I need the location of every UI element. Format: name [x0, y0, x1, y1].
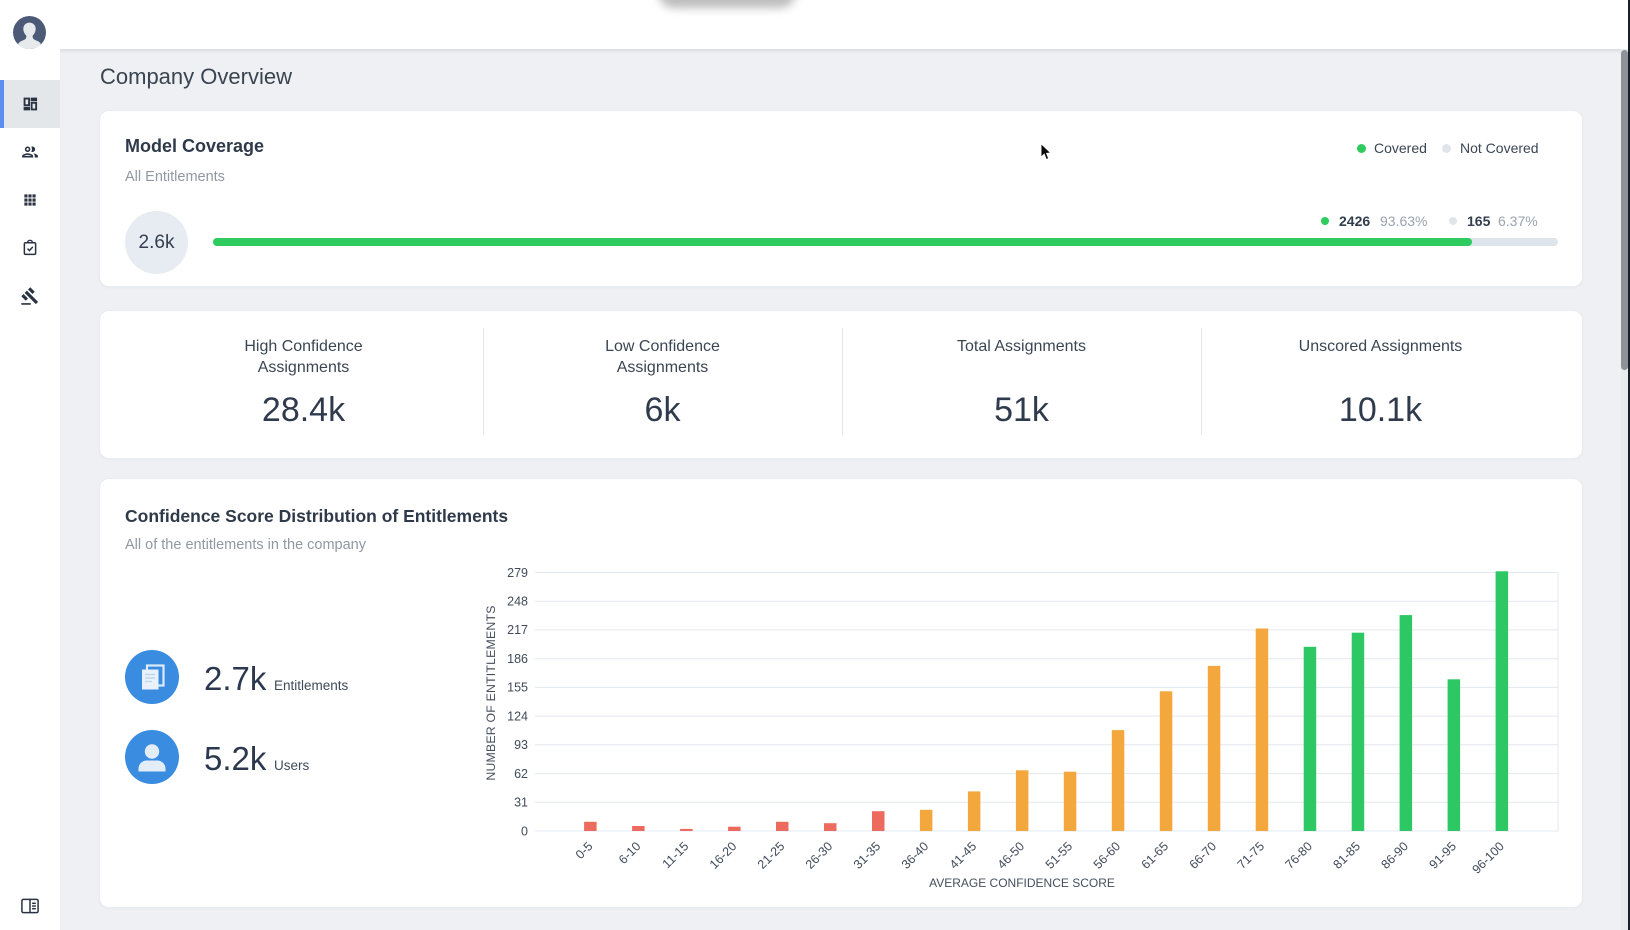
svg-text:31-35: 31-35: [851, 839, 884, 872]
svg-text:124: 124: [507, 709, 528, 723]
svg-text:6-10: 6-10: [616, 839, 644, 867]
svg-text:11-15: 11-15: [660, 839, 692, 871]
svg-text:21-25: 21-25: [755, 839, 788, 872]
svg-text:66-70: 66-70: [1187, 839, 1220, 872]
svg-text:NUMBER OF ENTITLEMENTS: NUMBER OF ENTITLEMENTS: [484, 605, 498, 780]
svg-text:AVERAGE CONFIDENCE SCORE: AVERAGE CONFIDENCE SCORE: [929, 876, 1115, 890]
svg-text:62: 62: [514, 767, 528, 781]
svg-text:76-80: 76-80: [1283, 839, 1316, 872]
svg-text:96-100: 96-100: [1469, 839, 1506, 876]
svg-text:217: 217: [507, 623, 528, 637]
svg-text:41-45: 41-45: [947, 839, 980, 872]
svg-text:81-85: 81-85: [1331, 839, 1364, 872]
svg-text:279: 279: [507, 566, 528, 580]
svg-text:61-65: 61-65: [1139, 839, 1172, 872]
svg-text:155: 155: [507, 681, 528, 695]
svg-text:86-90: 86-90: [1379, 839, 1412, 872]
svg-text:16-20: 16-20: [707, 839, 740, 872]
svg-text:186: 186: [507, 652, 528, 666]
svg-text:36-40: 36-40: [899, 839, 932, 872]
svg-text:0-5: 0-5: [573, 839, 596, 862]
svg-text:46-50: 46-50: [995, 839, 1028, 872]
svg-text:0: 0: [521, 824, 528, 838]
svg-text:71-75: 71-75: [1235, 839, 1268, 872]
svg-text:51-55: 51-55: [1043, 839, 1076, 872]
svg-text:26-30: 26-30: [803, 839, 836, 872]
svg-text:248: 248: [507, 595, 528, 609]
svg-text:93: 93: [514, 738, 528, 752]
svg-text:31: 31: [514, 796, 528, 810]
svg-text:91-95: 91-95: [1427, 839, 1460, 872]
svg-text:56-60: 56-60: [1091, 839, 1124, 872]
